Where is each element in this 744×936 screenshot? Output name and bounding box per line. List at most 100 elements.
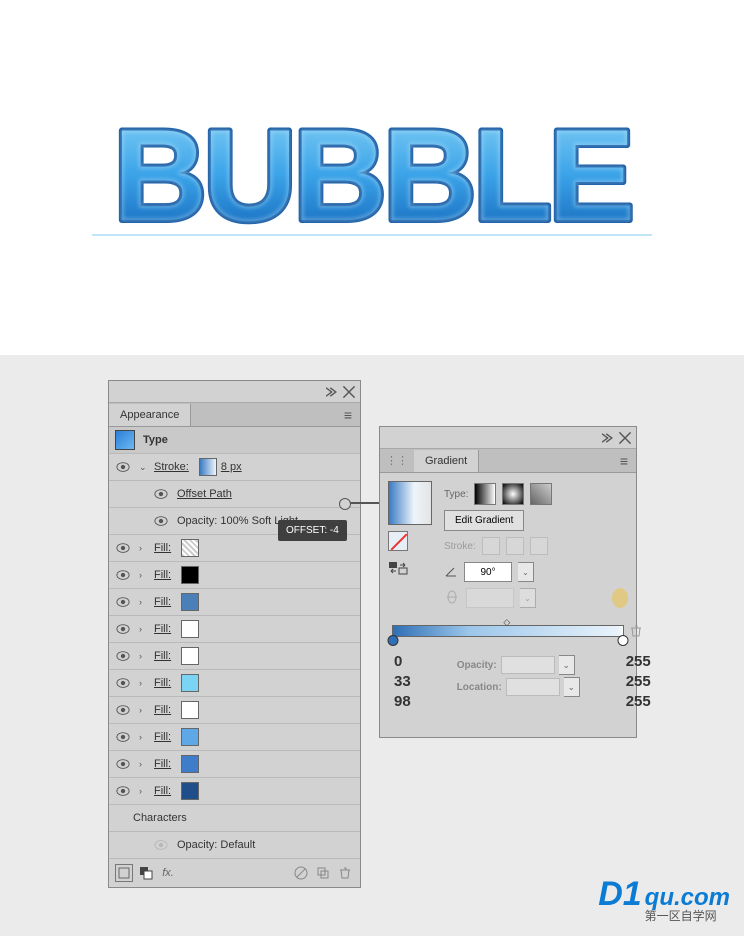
fill-row[interactable]: ›Fill: — [109, 670, 360, 697]
opacity-label: Opacity: — [457, 660, 497, 671]
visibility-toggle-icon[interactable] — [115, 594, 131, 610]
visibility-toggle-icon[interactable] — [115, 621, 131, 637]
visibility-toggle-icon[interactable] — [115, 756, 131, 772]
fill-label: Fill: — [154, 677, 171, 689]
gradient-panel: ⋮⋮ Gradient ≡ Type: Edit Gradient — [379, 426, 637, 738]
fill-label: Fill: — [154, 758, 171, 770]
bubble-text-effect: BUBBLE BUBBLE — [82, 90, 662, 265]
fill-label: Fill: — [154, 623, 171, 635]
fill-row[interactable]: ›Fill: — [109, 778, 360, 805]
chevron-down-icon[interactable]: ⌄ — [139, 462, 151, 473]
fill-row[interactable]: ›Fill: — [109, 724, 360, 751]
visibility-toggle-icon[interactable] — [115, 783, 131, 799]
chevron-right-icon[interactable]: › — [139, 570, 151, 580]
collapse-icon[interactable] — [602, 431, 616, 445]
duplicate-icon[interactable] — [314, 864, 332, 882]
visibility-toggle-icon[interactable] — [153, 513, 169, 529]
chevron-right-icon[interactable]: › — [139, 678, 151, 688]
fill-row[interactable]: ›Fill: — [109, 616, 360, 643]
fill-swatch[interactable] — [181, 728, 199, 746]
linear-gradient-icon[interactable] — [474, 483, 496, 505]
visibility-toggle-icon[interactable] — [115, 540, 131, 556]
delete-stop-icon[interactable] — [629, 624, 643, 638]
tab-bar: ⋮⋮ Gradient ≡ — [380, 449, 636, 473]
fill-row[interactable]: ›Fill: — [109, 751, 360, 778]
stroke-along-icon — [506, 537, 524, 555]
panel-titlebar — [109, 381, 360, 403]
panel-menu-icon[interactable]: ≡ — [336, 403, 360, 427]
visibility-toggle-icon[interactable] — [115, 675, 131, 691]
tab-gradient[interactable]: Gradient — [414, 450, 479, 472]
stroke-row[interactable]: ⌄ Stroke: 8 px — [109, 454, 360, 481]
type-header-row: Type — [109, 427, 360, 454]
fill-swatch[interactable] — [181, 566, 199, 584]
chevron-right-icon[interactable]: › — [139, 624, 151, 634]
angle-input[interactable] — [464, 562, 512, 582]
stop-left-2: 33 — [394, 673, 411, 690]
gradient-stop[interactable] — [388, 635, 399, 646]
stroke-width-value[interactable]: 8 px — [221, 461, 242, 473]
visibility-toggle-icon[interactable] — [115, 567, 131, 583]
characters-row[interactable]: Characters — [109, 805, 360, 832]
stroke-label: Stroke: — [444, 541, 476, 552]
opacity-default-row[interactable]: Opacity: Default — [109, 832, 360, 859]
panel-menu-icon[interactable]: ≡ — [612, 449, 636, 473]
angle-icon — [444, 564, 458, 581]
fill-swatch[interactable] — [181, 782, 199, 800]
trash-icon[interactable] — [336, 864, 354, 882]
edit-gradient-button[interactable]: Edit Gradient — [444, 510, 524, 531]
fx-icon[interactable]: fx. — [159, 864, 177, 882]
visibility-toggle-icon[interactable] — [153, 837, 169, 853]
fill-swatch[interactable] — [181, 593, 199, 611]
stop-right-3: 255 — [626, 693, 651, 710]
midpoint-diamond-icon[interactable]: ◇ — [503, 617, 510, 628]
gradient-stop[interactable] — [618, 635, 629, 646]
clear-icon[interactable] — [292, 864, 310, 882]
chevron-right-icon[interactable]: › — [139, 759, 151, 769]
fill-swatch[interactable] — [181, 701, 199, 719]
fill-row[interactable]: ›Fill: — [109, 562, 360, 589]
radial-gradient-icon[interactable] — [502, 483, 524, 505]
visibility-toggle-icon[interactable] — [115, 702, 131, 718]
gradient-preview-swatch[interactable] — [388, 481, 432, 525]
stop-right-1: 255 — [626, 653, 651, 670]
aspect-ratio-icon — [444, 590, 460, 607]
fill-swatch[interactable] — [181, 539, 199, 557]
chevron-right-icon[interactable]: › — [139, 705, 151, 715]
chevron-right-icon[interactable]: › — [139, 732, 151, 742]
fill-label: Fill: — [154, 569, 171, 581]
angle-dropdown-icon[interactable]: ⌄ — [518, 562, 534, 582]
visibility-toggle-icon[interactable] — [115, 729, 131, 745]
reverse-gradient-icon[interactable] — [388, 559, 432, 580]
close-icon[interactable] — [342, 385, 356, 399]
visibility-toggle-icon[interactable] — [115, 459, 131, 475]
stroke-none-swatch[interactable] — [388, 531, 408, 551]
stop-left-3: 98 — [394, 693, 411, 710]
collapse-icon[interactable] — [326, 385, 340, 399]
fill-swatch[interactable] — [181, 620, 199, 638]
visibility-toggle-icon[interactable] — [153, 486, 169, 502]
fill-swatch[interactable] — [181, 647, 199, 665]
tab-appearance[interactable]: Appearance — [109, 404, 191, 426]
fill-row[interactable]: ›Fill: — [109, 589, 360, 616]
fill-swatch[interactable] — [181, 674, 199, 692]
close-icon[interactable] — [618, 431, 632, 445]
stroke-fill-icon[interactable] — [137, 864, 155, 882]
chevron-right-icon[interactable]: › — [139, 786, 151, 796]
drag-handle-icon[interactable]: ⋮⋮ — [380, 454, 414, 467]
gradient-slider[interactable]: ◇ — [392, 625, 624, 637]
offset-path-row[interactable]: Offset Path — [109, 481, 360, 508]
visibility-toggle-icon[interactable] — [115, 648, 131, 664]
fill-row[interactable]: ›Fill: — [109, 697, 360, 724]
fill-swatch[interactable] — [181, 755, 199, 773]
chevron-right-icon[interactable]: › — [139, 543, 151, 553]
freeform-gradient-icon[interactable] — [530, 483, 552, 505]
stroke-swatch[interactable] — [199, 458, 217, 476]
chevron-right-icon[interactable]: › — [139, 597, 151, 607]
stop-left-1: 0 — [394, 653, 411, 670]
svg-text:BUBBLE: BUBBLE — [113, 102, 631, 248]
watermark-domain: qu.com — [645, 886, 730, 910]
fill-row[interactable]: ›Fill: — [109, 643, 360, 670]
no-selection-icon[interactable] — [115, 864, 133, 882]
chevron-right-icon[interactable]: › — [139, 651, 151, 661]
